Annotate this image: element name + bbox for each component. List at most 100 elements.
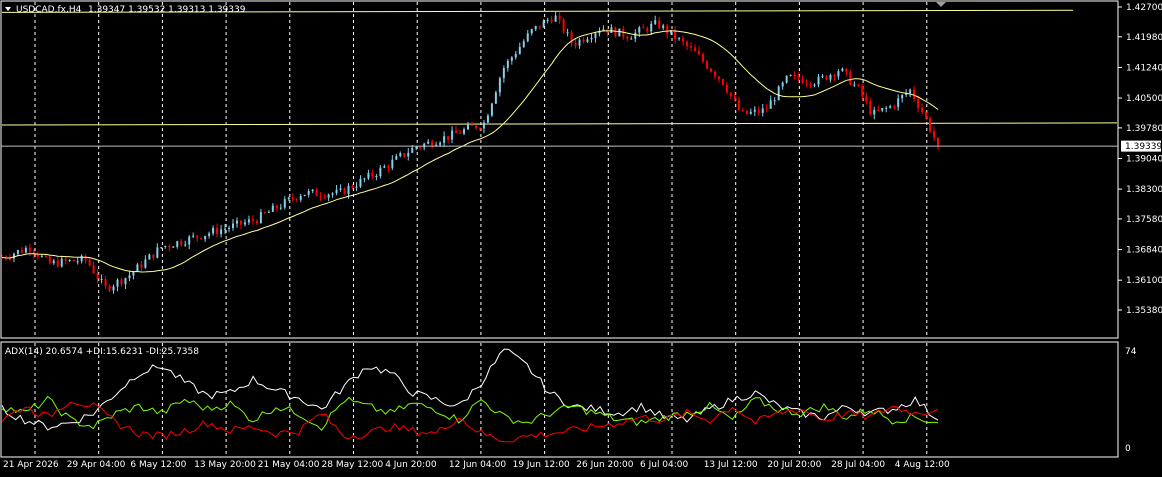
candle-body [498, 78, 501, 93]
candle-body [662, 25, 665, 29]
candle-body [654, 20, 657, 24]
candle-body [737, 99, 740, 111]
candle-body [877, 109, 880, 111]
time-label: 19 Jun 12:00 [513, 460, 570, 470]
candle-body [749, 111, 752, 114]
candle-body [403, 153, 406, 157]
candle-body [506, 60, 509, 69]
candle-body [490, 103, 493, 116]
candle-body [267, 211, 270, 213]
candle-body [108, 285, 111, 291]
candle-body [698, 51, 701, 55]
candle-body [423, 143, 426, 148]
candle-body [642, 27, 645, 29]
candle-body [646, 28, 649, 32]
candle-body [375, 175, 378, 177]
candle-body [443, 136, 446, 143]
time-label: 13 May 20:00 [194, 460, 256, 470]
price-tick-label: 1.39780 [1126, 124, 1162, 134]
time-label: 21 Apr 2026 [3, 460, 59, 470]
time-label: 29 Apr 04:00 [67, 460, 126, 470]
candle-body [20, 250, 23, 253]
candle-body [363, 178, 366, 180]
candle-body [809, 83, 812, 86]
price-tick-label: 1.41240 [1126, 63, 1162, 73]
candle-body [558, 15, 561, 20]
candle-body [486, 115, 489, 123]
candle-body [801, 79, 804, 84]
candle-body [156, 247, 159, 258]
candle-body [387, 166, 390, 168]
candle-body [566, 32, 569, 34]
candle-body [232, 223, 235, 229]
candle-body [40, 255, 43, 257]
time-label: 4 Aug 12:00 [895, 460, 950, 470]
candle-body [208, 233, 211, 236]
price-tick-label: 1.40500 [1126, 94, 1162, 104]
candle-body [303, 194, 306, 196]
candle-body [315, 189, 318, 196]
candle-body [455, 130, 458, 133]
candle-body [391, 159, 394, 168]
price-tick-label: 1.36840 [1126, 246, 1162, 256]
candle-body [793, 74, 796, 76]
candle-body [28, 248, 31, 252]
candle-body [459, 132, 462, 134]
candle-body [717, 76, 720, 80]
time-axis: 21 Apr 2026 29 Apr 04:00 6 May 12:00 13 May… [3, 460, 950, 470]
candle-body [239, 220, 242, 225]
candle-body [275, 205, 278, 209]
candle-body [650, 23, 653, 32]
candle-body [160, 247, 163, 249]
candle-body [937, 137, 939, 147]
candle-body [626, 36, 629, 39]
candle-body [921, 107, 924, 113]
trading-chart[interactable]: 1.42700 1.41980 1.41240 1.40500 1.39780 1.390… [0, 0, 1162, 477]
candle-body [188, 236, 191, 245]
ohlc-values: 1.39347 1.39532 1.39313 1.39339 [88, 5, 246, 15]
candle-body [283, 199, 286, 208]
candle-body [291, 197, 294, 200]
candle-body [263, 212, 266, 214]
candle-body [16, 250, 19, 254]
candle-body [355, 186, 358, 188]
candle-body [463, 129, 466, 134]
candle-body [833, 74, 836, 77]
candle-body [451, 130, 454, 140]
candle-body [235, 220, 238, 224]
candle-body [781, 82, 784, 87]
candle-body [327, 194, 330, 198]
candle-body [224, 228, 227, 230]
candle-body [893, 106, 896, 108]
candle-body [411, 147, 414, 153]
candle-body [439, 142, 442, 145]
price-tick-label: 1.38300 [1126, 185, 1162, 195]
candle-body [554, 15, 557, 22]
candle-body [757, 109, 760, 113]
candle-body [702, 54, 705, 62]
candle-body [431, 141, 434, 147]
candle-body [339, 188, 342, 190]
candle-body [729, 92, 732, 96]
candle-body [343, 188, 346, 194]
candle-body [24, 248, 27, 253]
candle-body [64, 258, 67, 261]
candle-body [666, 25, 669, 34]
candle-body [271, 205, 274, 212]
candle-body [741, 110, 744, 112]
candle-body [761, 108, 764, 113]
candle-body [929, 118, 932, 132]
candle-body [427, 141, 430, 144]
candle-body [148, 254, 151, 260]
candle-body [80, 255, 83, 262]
candle-body [228, 228, 231, 230]
candle-body [682, 38, 685, 42]
candle-body [132, 271, 135, 276]
candle-body [817, 76, 820, 85]
candle-body [399, 153, 402, 157]
candle-body [773, 100, 776, 102]
candle-body [542, 20, 545, 28]
candle-body [494, 92, 497, 104]
candle-body [853, 84, 856, 86]
candle-body [917, 99, 920, 108]
